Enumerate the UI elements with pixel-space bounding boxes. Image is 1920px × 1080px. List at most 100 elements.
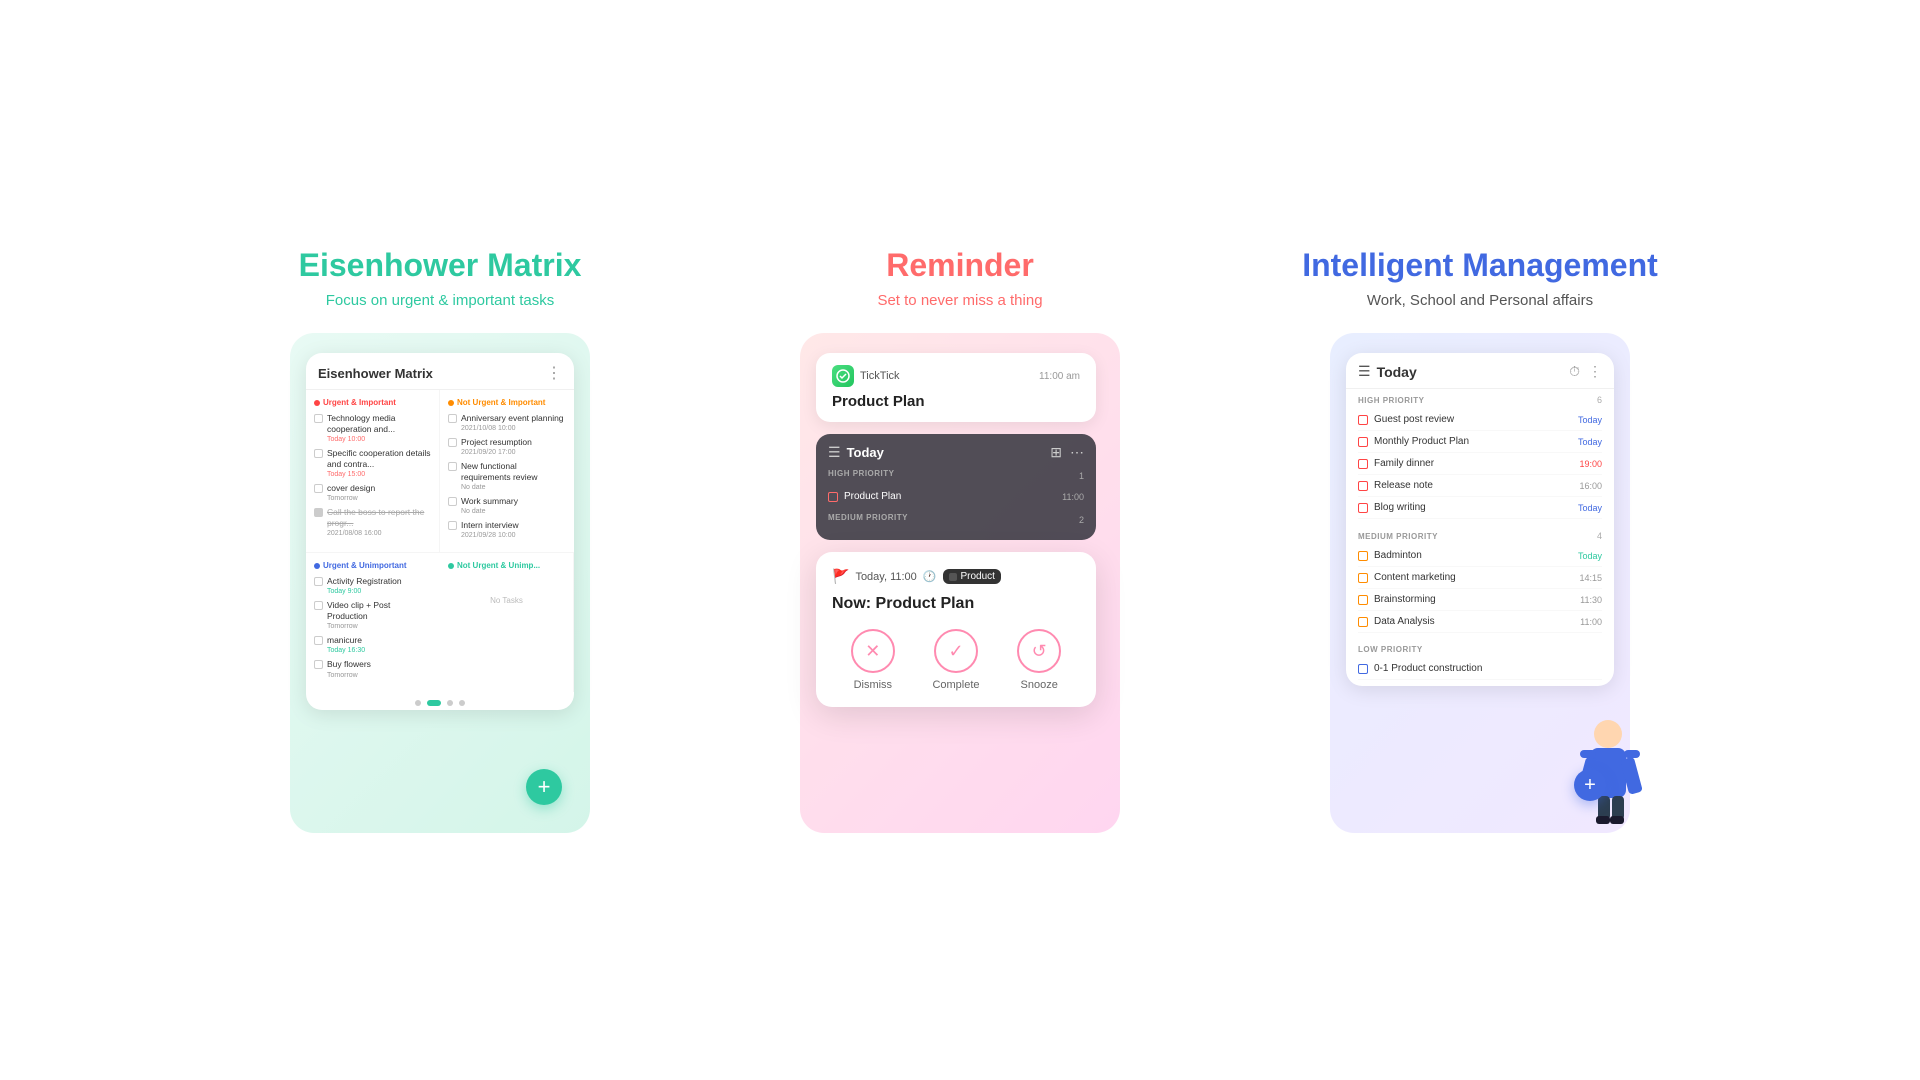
- product-dot-icon: [949, 573, 957, 581]
- dot-orange-icon: [448, 400, 454, 406]
- dismiss-button[interactable]: ✕: [851, 629, 895, 673]
- intelligent-title: Intelligent Management: [1302, 247, 1658, 284]
- task-checkbox[interactable]: [1358, 551, 1368, 561]
- ticktick-logo: [832, 365, 854, 387]
- task-checkbox[interactable]: [1358, 415, 1368, 425]
- mp-section-header: MEDIUM PRIORITY 4: [1358, 531, 1602, 541]
- notification-banner: TickTick 11:00 am Product Plan: [816, 353, 1096, 422]
- medium-priority-label: MEDIUM PRIORITY: [828, 513, 908, 522]
- complete-action: ✓ Complete: [932, 629, 979, 691]
- dot-green-icon: [448, 563, 454, 569]
- task-time: Tomorrow: [327, 623, 432, 630]
- table-row: Intern interview 2021/09/28 10:00: [448, 520, 566, 539]
- dot-red-icon: [314, 400, 320, 406]
- complete-button[interactable]: ✓: [934, 629, 978, 673]
- task-checkbox[interactable]: [1358, 481, 1368, 491]
- table-row: Video clip + Post Production Tomorrow: [314, 600, 432, 630]
- table-row: manicure Today 16:30: [314, 635, 432, 654]
- eis-q3-label: Urgent & Unimportant: [314, 561, 432, 570]
- task-checkbox[interactable]: [1358, 573, 1368, 583]
- int-more-icon[interactable]: ⋮: [1588, 363, 1602, 380]
- task-info: Project resumption 2021/09/20 17:00: [461, 437, 566, 456]
- lp-label: LOW PRIORITY: [1358, 645, 1423, 654]
- task-name: Anniversary event planning: [461, 413, 566, 424]
- task-name: Monthly Product Plan: [1374, 436, 1469, 447]
- task-date: Today: [1578, 415, 1602, 425]
- eis-q3: Urgent & Unimportant Activity Registrati…: [306, 553, 440, 691]
- task-checkbox[interactable]: [314, 484, 323, 493]
- task-checkbox[interactable]: [314, 414, 323, 423]
- task-name: Call the boss to report the progr...: [327, 507, 431, 529]
- task-time: Tomorrow: [327, 495, 431, 502]
- task-checkbox[interactable]: [448, 521, 457, 530]
- notif-header: TickTick 11:00 am: [832, 365, 1080, 387]
- snooze-action: ↺ Snooze: [1017, 629, 1061, 691]
- add-task-fab[interactable]: +: [526, 769, 562, 805]
- task-checkbox[interactable]: [448, 497, 457, 506]
- task-name: Release note: [1374, 480, 1433, 491]
- high-priority-header: HIGH PRIORITY 1: [828, 469, 1084, 482]
- task-checkbox[interactable]: [828, 492, 838, 502]
- task-info: New functional requirements review No da…: [461, 461, 566, 491]
- mp-label: MEDIUM PRIORITY: [1358, 532, 1438, 541]
- task-checkbox[interactable]: [1358, 664, 1368, 674]
- task-checkbox[interactable]: [314, 508, 323, 517]
- nav-dot-active: [427, 700, 441, 706]
- table-row: Project resumption 2021/09/20 17:00: [448, 437, 566, 456]
- task-checkbox[interactable]: [448, 438, 457, 447]
- intelligent-card: Intelligent Management Work, School and …: [1240, 247, 1720, 833]
- task-checkbox[interactable]: [314, 449, 323, 458]
- task-checkbox[interactable]: [1358, 437, 1368, 447]
- task-info: cover design Tomorrow: [327, 483, 431, 502]
- eisenhower-card: Eisenhower Matrix Focus on urgent & impo…: [200, 247, 680, 833]
- today-screen-header: ☰ Today ⊞ ⋯: [828, 444, 1084, 461]
- table-row: New functional requirements review No da…: [448, 461, 566, 491]
- task-checkbox[interactable]: [1358, 595, 1368, 605]
- task-name: 0-1 Product construction: [1374, 663, 1482, 674]
- timer-icon[interactable]: ⏱: [1569, 363, 1580, 380]
- task-date: Today: [1578, 503, 1602, 513]
- table-row: Call the boss to report the progr... 202…: [314, 507, 431, 537]
- task-checkbox[interactable]: [314, 660, 323, 669]
- task-time: Today 10:00: [327, 436, 431, 443]
- table-row: Technology media cooperation and... Toda…: [314, 413, 431, 443]
- table-row: Anniversary event planning 2021/10/08 10…: [448, 413, 566, 432]
- task-time: 2021/08/08 16:00: [327, 530, 431, 537]
- hp-count: 6: [1597, 395, 1602, 405]
- eis-q2: Not Urgent & Important Anniversary event…: [440, 390, 574, 553]
- task-checkbox[interactable]: [448, 414, 457, 423]
- table-row: Data Analysis 11:00: [1358, 611, 1602, 633]
- snooze-button[interactable]: ↺: [1017, 629, 1061, 673]
- reminder-subtitle: Set to never miss a thing: [877, 292, 1042, 309]
- eis-q2-label: Not Urgent & Important: [448, 398, 566, 407]
- more-icon[interactable]: ⋯: [1070, 444, 1084, 461]
- table-row: 0-1 Product construction: [1358, 658, 1602, 680]
- task-left: Product Plan: [828, 491, 901, 502]
- task-left: Monthly Product Plan: [1358, 436, 1469, 447]
- add-task-fab[interactable]: +: [1574, 769, 1606, 801]
- task-name: Brainstorming: [1374, 594, 1436, 605]
- product-badge: Product: [943, 569, 1001, 584]
- menu-icon[interactable]: ☰: [828, 444, 841, 461]
- task-time: Today 9:00: [327, 588, 432, 595]
- task-info: Work summary No date: [461, 496, 566, 515]
- table-row: cover design Tomorrow: [314, 483, 431, 502]
- task-left: Release note: [1358, 480, 1433, 491]
- popup-time: Today, 11:00: [855, 571, 916, 583]
- task-left: Brainstorming: [1358, 594, 1436, 605]
- hp-label: HIGH PRIORITY: [1358, 396, 1425, 405]
- reminder-card: Reminder Set to never miss a thing TickT…: [720, 247, 1200, 833]
- task-time: No date: [461, 508, 566, 515]
- task-checkbox[interactable]: [314, 577, 323, 586]
- task-checkbox[interactable]: [1358, 503, 1368, 513]
- task-checkbox[interactable]: [314, 601, 323, 610]
- task-checkbox[interactable]: [448, 462, 457, 471]
- int-menu-icon[interactable]: ☰: [1358, 363, 1371, 380]
- task-name: New functional requirements review: [461, 461, 566, 483]
- eis-more-icon[interactable]: ⋮: [546, 363, 562, 383]
- layout-icon[interactable]: ⊞: [1050, 444, 1062, 461]
- reminder-title: Reminder: [886, 247, 1034, 284]
- task-checkbox[interactable]: [1358, 459, 1368, 469]
- task-checkbox[interactable]: [314, 636, 323, 645]
- task-checkbox[interactable]: [1358, 617, 1368, 627]
